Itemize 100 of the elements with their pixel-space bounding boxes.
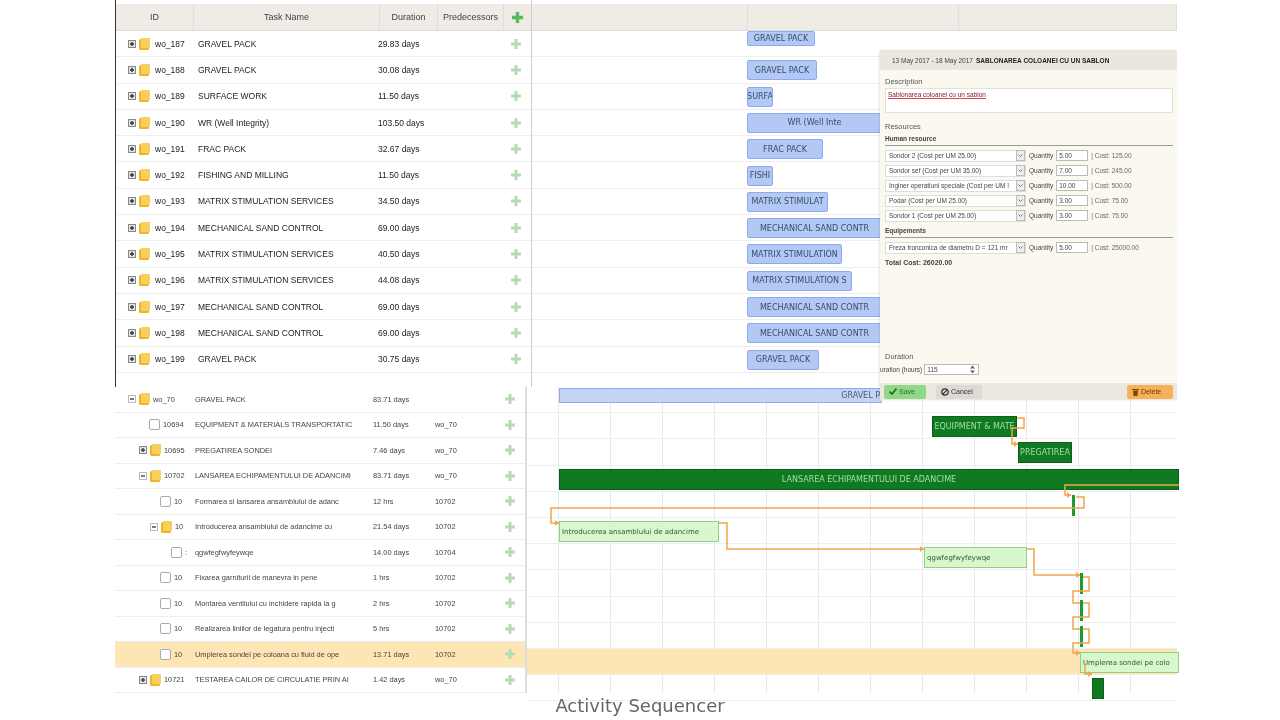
collapse-icon[interactable] xyxy=(150,522,158,531)
folder-icon xyxy=(161,520,172,533)
checkbox[interactable] xyxy=(171,546,182,558)
task-name: MATRIX STIMULATION SERVICES xyxy=(198,275,335,286)
add-icon[interactable] xyxy=(512,11,523,23)
add-icon[interactable] xyxy=(505,394,515,405)
add-icon[interactable] xyxy=(510,275,521,286)
add-icon[interactable] xyxy=(505,623,515,634)
task-id: wo_197 xyxy=(155,301,185,312)
task-name: MATRIX STIMULATION SERVICES xyxy=(198,196,335,207)
add-icon[interactable] xyxy=(505,674,515,685)
expand-icon[interactable] xyxy=(139,675,147,684)
expand-icon[interactable] xyxy=(128,39,136,48)
add-icon[interactable] xyxy=(505,521,515,532)
task-duration: 69.00 days xyxy=(378,301,421,312)
collapse-icon[interactable] xyxy=(128,395,136,404)
checkbox[interactable] xyxy=(149,419,160,431)
task-bar[interactable]: MECHANICAL SAND CONTR xyxy=(747,218,882,239)
cancel-icon xyxy=(941,387,949,396)
checkbox[interactable] xyxy=(160,648,171,660)
milestone-marker[interactable] xyxy=(1080,599,1083,621)
expand-icon[interactable] xyxy=(128,302,136,311)
expand-icon[interactable] xyxy=(128,171,136,180)
task-duration: 32.67 days xyxy=(378,143,421,154)
add-icon[interactable] xyxy=(510,222,521,233)
task-bar[interactable]: WR (Well Inte xyxy=(747,112,882,133)
task-bar[interactable]: FRAC PACK xyxy=(747,139,823,160)
task-bar[interactable]: GRAVEL PACK xyxy=(747,349,819,370)
add-icon[interactable] xyxy=(510,117,521,128)
expand-icon[interactable] xyxy=(128,65,136,74)
expand-icon[interactable] xyxy=(139,446,147,455)
expand-icon[interactable] xyxy=(128,197,136,206)
task-duration: 11.50 days xyxy=(378,170,420,181)
expand-icon[interactable] xyxy=(128,118,136,127)
add-icon[interactable] xyxy=(510,143,521,154)
column-header[interactable]: Task Name xyxy=(194,4,380,30)
folder-icon xyxy=(139,248,150,260)
task-bar[interactable]: MECHANICAL SAND CONTR xyxy=(747,297,882,317)
task-id: wo_190 xyxy=(155,117,185,128)
add-icon[interactable] xyxy=(510,327,521,338)
task-id: wo_191 xyxy=(155,143,185,154)
task-bar[interactable]: LANSAREA ECHIPAMENTULUI DE ADANCIME xyxy=(559,468,1179,490)
checkbox[interactable] xyxy=(160,623,171,635)
add-icon[interactable] xyxy=(510,301,521,312)
column-header[interactable]: ID xyxy=(116,4,194,30)
task-name: MECHANICAL SAND CONTROL xyxy=(198,301,325,312)
task-bar[interactable] xyxy=(1092,678,1104,700)
milestone-marker[interactable] xyxy=(1080,625,1083,647)
add-icon[interactable] xyxy=(505,598,515,609)
add-icon[interactable] xyxy=(505,649,515,660)
task-bar[interactable]: GRAVEL PACK xyxy=(747,31,815,46)
folder-icon xyxy=(139,195,150,208)
task-bar[interactable]: MATRIX STIMULAT xyxy=(747,191,828,212)
task-bar[interactable]: GRAVEL P xyxy=(559,388,882,403)
task-name: GRAVEL PACK xyxy=(198,38,258,49)
expand-icon[interactable] xyxy=(128,250,136,258)
add-icon[interactable] xyxy=(505,419,515,430)
folder-icon xyxy=(139,116,150,129)
task-bar[interactable]: MATRIX STIMULATION S xyxy=(747,270,852,291)
expand-icon[interactable] xyxy=(128,92,136,101)
collapse-icon[interactable] xyxy=(139,471,147,480)
task-name: FISHING AND MILLING xyxy=(198,170,290,181)
milestone-marker[interactable] xyxy=(1072,494,1075,516)
expand-icon[interactable] xyxy=(128,355,136,364)
add-icon[interactable] xyxy=(505,445,515,456)
add-icon[interactable] xyxy=(510,91,521,102)
column-header[interactable]: Duration xyxy=(380,4,438,30)
add-icon[interactable] xyxy=(510,170,521,181)
expand-icon[interactable] xyxy=(128,328,136,337)
task-duration: 30.08 days xyxy=(378,64,421,75)
milestone-marker[interactable] xyxy=(1080,573,1083,595)
add-icon[interactable] xyxy=(505,572,515,583)
task-bar[interactable]: MATRIX STIMULATION xyxy=(747,244,842,265)
folder-icon xyxy=(150,469,161,482)
task-bar[interactable]: FISHI xyxy=(747,165,773,186)
add-icon[interactable] xyxy=(510,196,521,207)
expand-icon[interactable] xyxy=(128,276,136,285)
task-bar[interactable]: GRAVEL PACK xyxy=(747,60,817,81)
task-duration: 44.08 days xyxy=(378,275,421,286)
task-bar[interactable]: SURFA xyxy=(747,86,773,107)
task-bar[interactable]: EQUIPMENT & MATE xyxy=(932,416,1017,438)
checkbox[interactable] xyxy=(160,572,171,584)
task-id: wo_187 xyxy=(155,38,185,49)
task-bar[interactable]: MECHANICAL SAND CONTR xyxy=(747,323,882,344)
add-icon[interactable] xyxy=(510,64,521,75)
checkbox[interactable] xyxy=(160,495,171,507)
add-icon[interactable] xyxy=(505,496,515,507)
caret-icon xyxy=(1016,150,1025,161)
expand-icon[interactable] xyxy=(128,144,136,153)
task-bar[interactable]: PREGATIREA xyxy=(1018,442,1072,464)
add-icon[interactable] xyxy=(510,38,521,49)
add-icon[interactable] xyxy=(510,249,521,259)
caret-icon xyxy=(1016,210,1025,221)
checkbox[interactable] xyxy=(160,597,171,609)
add-icon[interactable] xyxy=(510,354,521,365)
column-header[interactable]: Predecessors xyxy=(438,4,504,30)
add-icon[interactable] xyxy=(505,547,515,558)
add-icon[interactable] xyxy=(505,470,515,481)
expand-icon[interactable] xyxy=(128,223,136,232)
task-name: GRAVEL PACK xyxy=(198,354,258,365)
